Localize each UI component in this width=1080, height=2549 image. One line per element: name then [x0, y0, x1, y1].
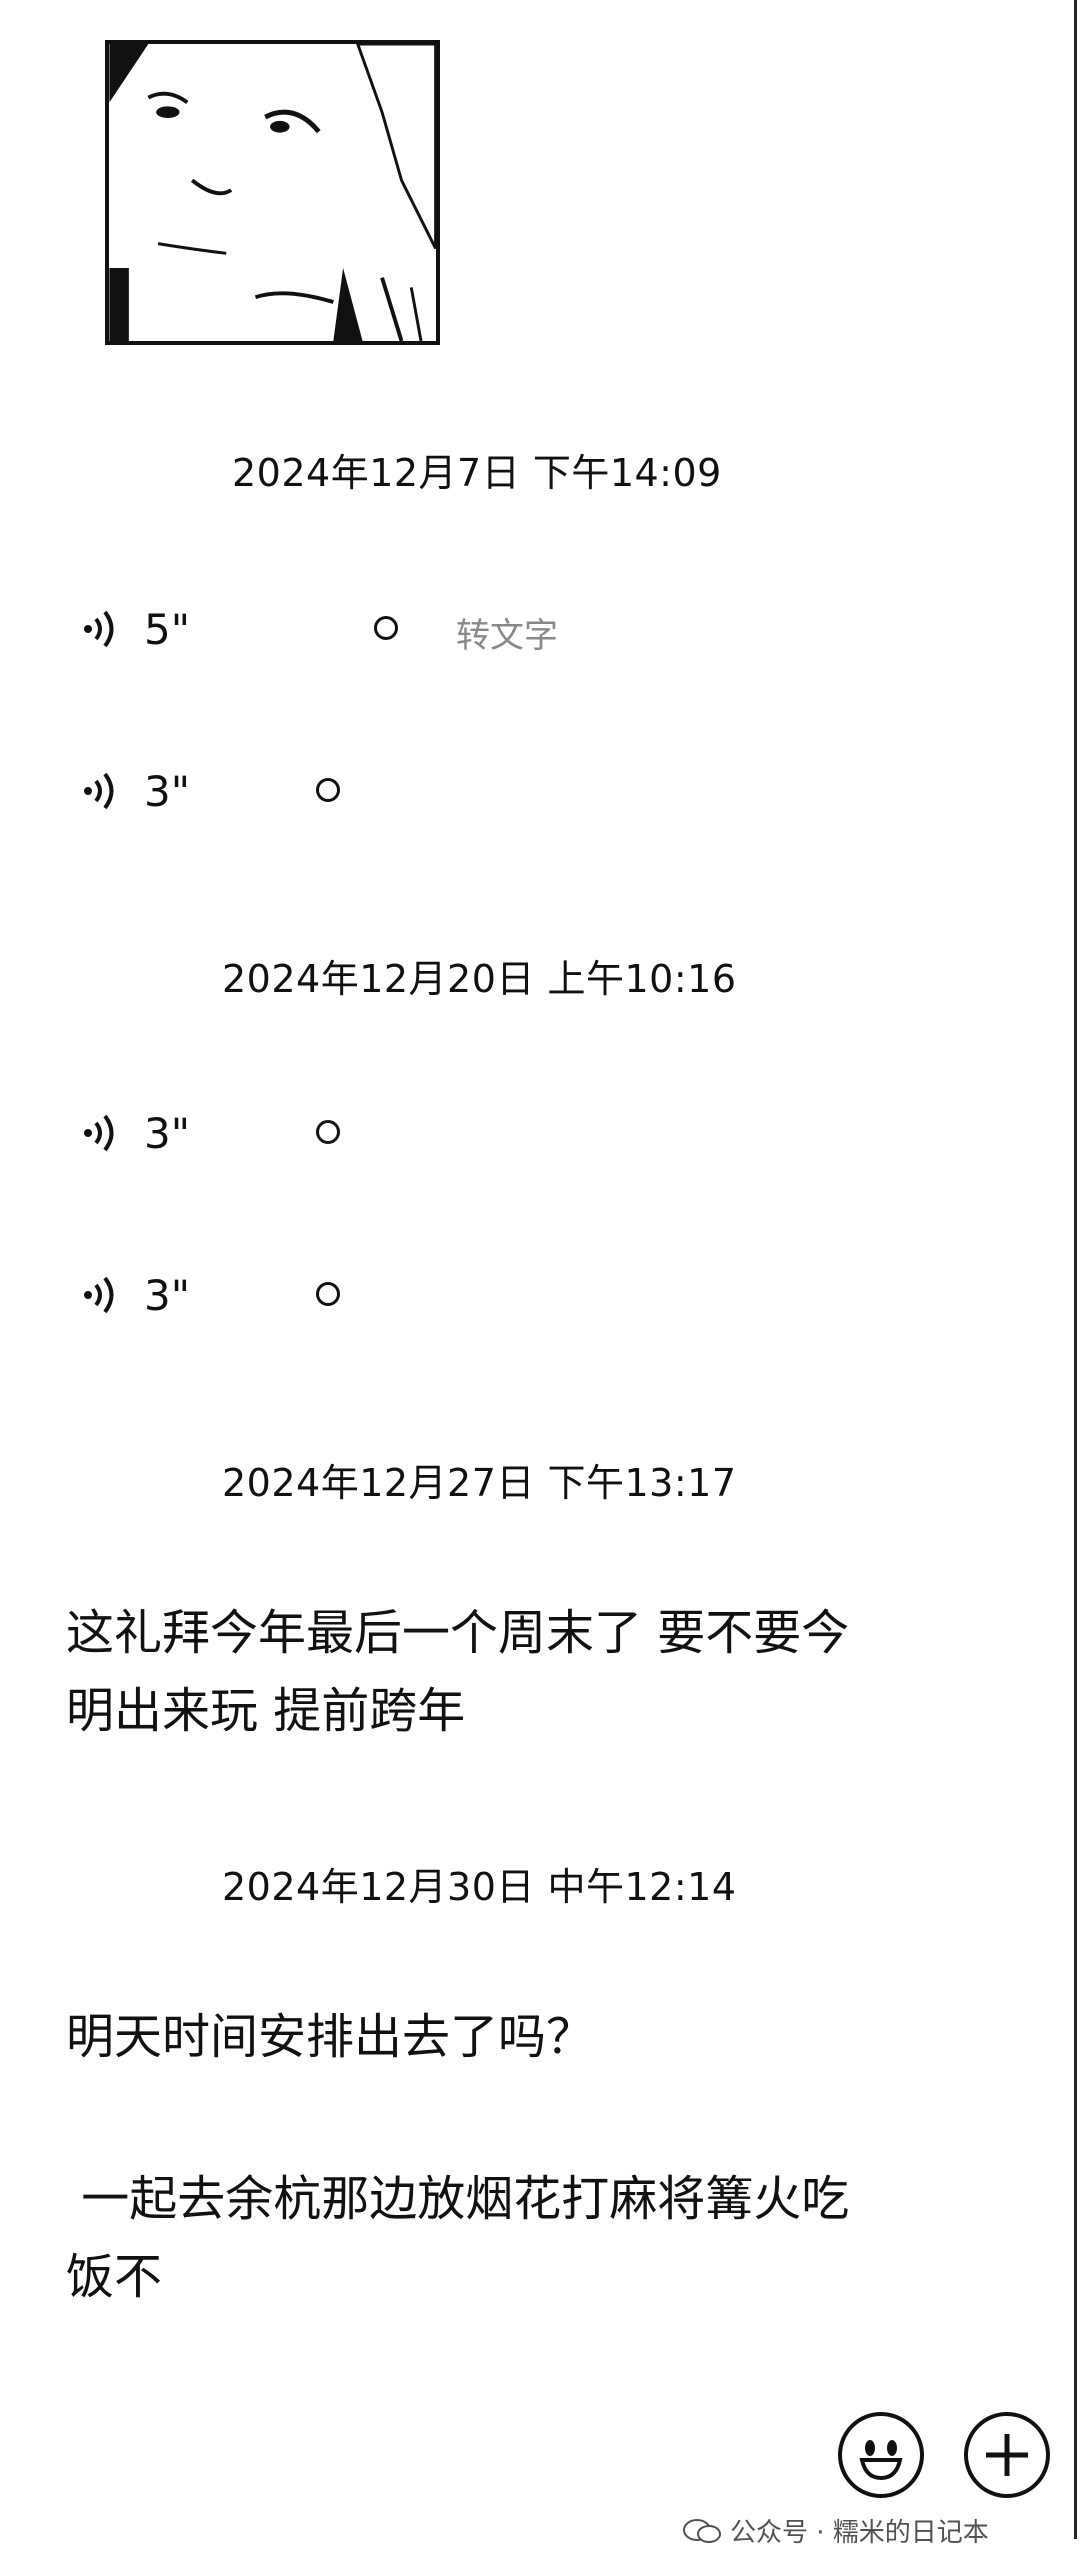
voice-message[interactable]: 3"	[80, 1260, 190, 1330]
message-timestamp: 2024年12月7日 下午14:09	[232, 451, 722, 495]
voice-wave-icon	[80, 606, 126, 652]
unread-dot	[316, 1120, 340, 1144]
page-edge	[1074, 0, 1077, 2539]
avatar-image	[109, 44, 436, 341]
voice-wave-icon	[80, 1110, 126, 1156]
text-message[interactable]: 这礼拜今年最后一个周末了 要不要今明出来玩 提前跨年	[66, 1594, 866, 1750]
add-button[interactable]	[964, 2412, 1050, 2498]
message-timestamp: 2024年12月30日 中午12:14	[222, 1865, 737, 1909]
voice-duration: 3"	[144, 766, 191, 816]
wechat-icon	[683, 2518, 721, 2543]
voice-duration: 5"	[144, 604, 191, 654]
text-message[interactable]: 明天时间安排出去了吗？	[66, 1998, 866, 2076]
voice-message[interactable]: 3"	[80, 1098, 190, 1168]
voice-message[interactable]: 5"	[80, 594, 190, 664]
unread-dot	[316, 778, 340, 802]
message-timestamp: 2024年12月20日 上午10:16	[222, 957, 737, 1001]
voice-wave-icon	[80, 768, 126, 814]
voice-wave-icon	[80, 1272, 126, 1318]
convert-to-text-button[interactable]: 转文字	[456, 608, 558, 657]
watermark: 公众号 · 糯米的日记本	[682, 2512, 989, 2549]
emoji-button[interactable]	[838, 2412, 924, 2498]
message-timestamp: 2024年12月27日 下午13:17	[222, 1461, 737, 1505]
voice-message[interactable]: 3"	[80, 756, 190, 826]
avatar[interactable]	[105, 40, 440, 345]
text-message[interactable]: 一起去余杭那边放烟花打麻将篝火吃饭不	[66, 2160, 866, 2316]
unread-dot	[374, 616, 398, 640]
watermark-text: 公众号 · 糯米的日记本	[730, 2518, 989, 2548]
unread-dot	[316, 1282, 340, 1306]
smiley-icon	[859, 2440, 903, 2481]
plus-icon	[986, 2434, 1028, 2476]
voice-duration: 3"	[144, 1270, 191, 1320]
voice-duration: 3"	[144, 1108, 191, 1158]
